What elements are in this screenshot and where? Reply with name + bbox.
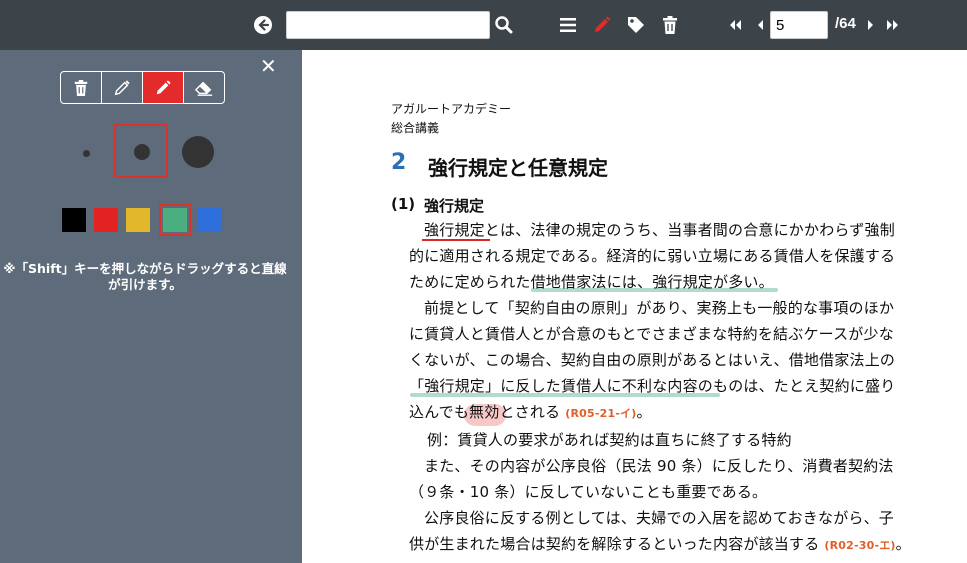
color-swatch-red[interactable]	[94, 208, 118, 232]
body-line: 込んでも無効とされる (R05-21-イ)。	[409, 402, 652, 424]
section-title: 強行規定と任意規定	[428, 156, 608, 180]
pen-size-medium[interactable]	[134, 144, 150, 160]
menu-icon[interactable]	[556, 13, 580, 37]
drawing-panel: ✕ ※「Shift」キーを押しながらドラッグすると直線が引けます。	[0, 50, 302, 563]
body-line: 公序良俗に反する例としては、夫婦での入居を認めておきながら、子	[424, 509, 895, 527]
search-icon[interactable]	[492, 13, 516, 37]
page-total: /64	[835, 15, 856, 32]
close-icon[interactable]: ✕	[260, 54, 277, 78]
color-swatch-black[interactable]	[62, 208, 86, 232]
body-line: 例：賃貸人の要求があれば契約は直ちに終了する特約	[427, 431, 792, 449]
tag-icon[interactable]	[624, 13, 648, 37]
drawing-tool-group	[60, 71, 225, 104]
search-input[interactable]	[286, 11, 490, 39]
trash-icon[interactable]	[658, 13, 682, 37]
subsection-number: (1)	[391, 195, 416, 213]
body-line: 的に適用される規定である。経済的に弱い立場にある賃借人を保護する	[409, 247, 896, 265]
body-line-text: 供が生まれた場合は契約を解除するといった内容が該当する	[409, 535, 820, 553]
body-line-text: 込んでも無効とされる	[409, 403, 561, 421]
body-line: 供が生まれた場合は契約を解除するといった内容が該当する (R02-30-エ)。	[409, 534, 911, 556]
back-icon[interactable]	[251, 13, 275, 37]
pen-icon[interactable]	[590, 13, 614, 37]
body-line: また、その内容が公序良俗（民法 90 条）に反したり、消費者契約法	[424, 457, 894, 475]
trash-icon[interactable]	[61, 72, 102, 103]
shift-hint-text: ※「Shift」キーを押しながらドラッグすると直線が引けます。	[3, 261, 287, 292]
section-number: 2	[391, 150, 407, 175]
header-line-2: 総合講義	[391, 121, 440, 135]
body-line: （９条・10 条）に反していないことも重要である。	[409, 483, 768, 501]
body-line-tail: 。	[895, 535, 911, 553]
body-line: に賃貸人と賃借人とが合意のもとでさまざまな特約を結ぶケースが少な	[409, 325, 894, 343]
document-page: アガルートアカデミー 総合講義 2 強行規定と任意規定 (1) 強行規定 強行規…	[302, 50, 967, 563]
body-line: ために定められた借地借家法には、強行規定が多い。	[409, 273, 774, 291]
pen-size-small[interactable]	[83, 150, 90, 157]
body-line: くないが、この場合、契約自由の原則があるとはいえ、借地借家法上の	[409, 351, 896, 369]
color-swatch-yellow[interactable]	[126, 208, 150, 232]
header-line-1: アガルートアカデミー	[391, 102, 512, 116]
reference-mark: (R05-21-イ)	[565, 407, 637, 420]
color-swatch-blue[interactable]	[198, 208, 222, 232]
body-line: 強行規定とは、法律の規定のうち、当事者間の合意にかかわらず強制	[424, 221, 895, 239]
body-line: 前提として「契約自由の原則」があり、実務上も一般的な事項のほか	[424, 299, 895, 317]
color-swatch-green[interactable]	[163, 208, 187, 232]
reference-mark: (R02-30-エ)	[824, 539, 896, 552]
body-line-tail: 。	[636, 403, 652, 421]
subsection-title: 強行規定	[424, 197, 485, 215]
pen-size-large[interactable]	[182, 136, 214, 168]
pen-icon[interactable]	[143, 72, 184, 103]
next-page-icon[interactable]	[859, 13, 883, 37]
body-line: 「強行規定」に反した賃借人に不利な内容のものは、たとえ契約に盛り	[409, 377, 896, 395]
top-toolbar: /64	[0, 0, 967, 50]
pencil-icon[interactable]	[102, 72, 143, 103]
prev-page-icon[interactable]	[748, 13, 772, 37]
page-number-input[interactable]	[770, 11, 828, 39]
first-page-icon[interactable]	[723, 13, 747, 37]
last-page-icon[interactable]	[881, 13, 905, 37]
eraser-icon[interactable]	[184, 72, 224, 103]
